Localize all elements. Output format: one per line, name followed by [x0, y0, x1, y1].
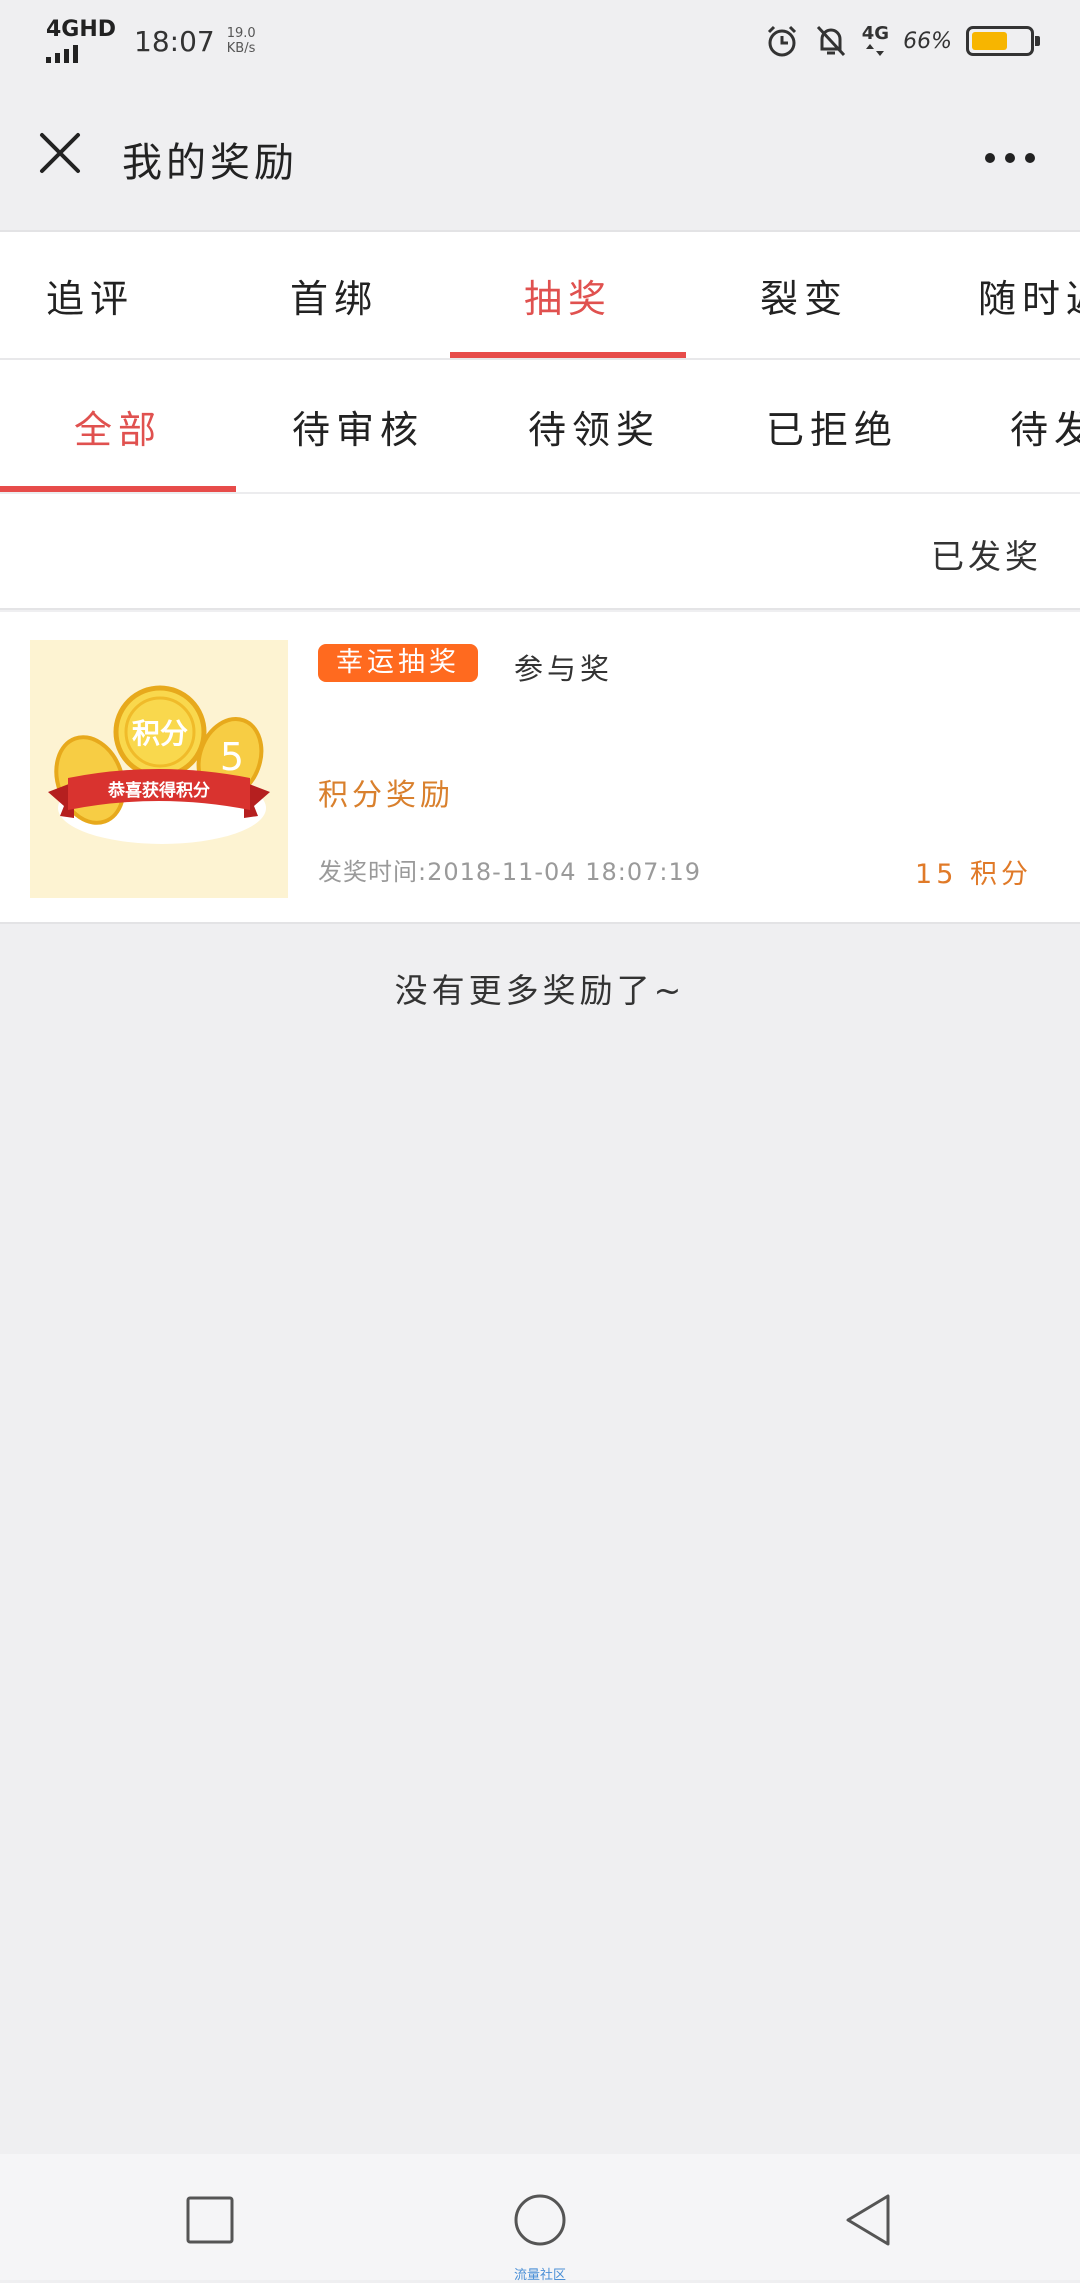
mobile-data-label: 4G	[861, 23, 890, 44]
reward-type-tabs: 追评 首绑 抽奖 裂变 随时返	[0, 230, 1080, 358]
tab-all[interactable]: 全部	[0, 360, 236, 492]
signal-bars-icon	[46, 41, 78, 63]
status-bar: 4GHD 18:07 19.0 KB/s 4G 66%	[0, 0, 1080, 80]
close-icon	[40, 133, 80, 173]
close-button[interactable]	[28, 121, 92, 185]
tab-pending-award[interactable]: 待发奖	[1010, 360, 1080, 492]
tab-pending-review[interactable]: 待审核	[240, 360, 476, 492]
reward-points: 15 积分	[915, 859, 1032, 890]
battery-level	[972, 32, 1007, 50]
circle-icon	[514, 2194, 566, 2246]
participation-label: 参与奖	[514, 652, 614, 686]
award-time: 发奖时间:2018-11-04 18:07:19	[318, 858, 701, 886]
more-dot	[1005, 153, 1015, 163]
status-left: 4GHD 18:07 19.0 KB/s	[46, 16, 256, 66]
square-icon	[186, 2196, 234, 2244]
tab-rejected[interactable]: 已拒绝	[714, 360, 950, 492]
more-options-button[interactable]	[970, 130, 1050, 186]
network-speed-unit: KB/s	[226, 41, 256, 56]
tab-pending-claim[interactable]: 待领奖	[476, 360, 712, 492]
triangle-back-icon	[846, 2194, 890, 2246]
back-button[interactable]	[828, 2180, 908, 2260]
tab-lottery[interactable]: 抽奖	[450, 232, 686, 358]
home-button[interactable]	[500, 2180, 580, 2260]
status-filter[interactable]: 已发奖	[931, 530, 1042, 578]
reward-name: 积分奖励	[318, 778, 454, 813]
tab-anytime-rebate[interactable]: 随时返	[978, 232, 1080, 358]
thumb-ribbon-text: 恭喜获得积分	[107, 780, 210, 801]
status-right: 4G 66%	[764, 16, 1040, 66]
nav-bar: 我的奖励	[0, 80, 1080, 230]
clock-time: 18:07	[134, 24, 215, 58]
battery-percent: 66%	[903, 28, 952, 54]
network-speed: 19.0 KB/s	[227, 26, 256, 56]
svg-text:5: 5	[220, 735, 244, 779]
mobile-data-icon: 4G	[862, 25, 889, 57]
signal-indicator: 4GHD	[46, 19, 116, 63]
system-navigation-bar: 流量社区	[0, 2154, 1080, 2283]
network-type: 4GHD	[46, 17, 117, 42]
network-speed-value: 19.0	[226, 26, 256, 41]
thumb-coin-text: 积分	[132, 717, 188, 750]
more-horizontal-icon	[985, 153, 995, 163]
battery-icon	[966, 26, 1040, 56]
reward-card[interactable]: 5 积分 恭喜获得积分 幸运抽奖 参与奖 积分奖励 发奖时间:2018-11-0…	[0, 612, 1080, 924]
reward-thumbnail: 5 积分 恭喜获得积分	[30, 640, 288, 898]
tab-fission[interactable]: 裂变	[686, 232, 922, 358]
tab-first-bind[interactable]: 首绑	[216, 232, 452, 358]
more-dot	[1025, 153, 1035, 163]
notifications-off-icon	[814, 23, 848, 59]
page-title: 我的奖励	[122, 140, 298, 186]
no-more-rewards-tip: 没有更多奖励了~	[394, 971, 686, 1010]
reward-type-badge: 幸运抽奖	[318, 644, 478, 682]
reward-status-tabs: 全部 待审核 待领奖 已拒绝 待发奖	[0, 358, 1080, 492]
tab-review[interactable]: 追评	[0, 232, 190, 358]
filter-bar: 已发奖	[0, 492, 1080, 610]
recent-apps-button[interactable]	[170, 2180, 250, 2260]
alarm-icon	[764, 23, 800, 59]
watermark: 流量社区	[513, 2268, 566, 2283]
